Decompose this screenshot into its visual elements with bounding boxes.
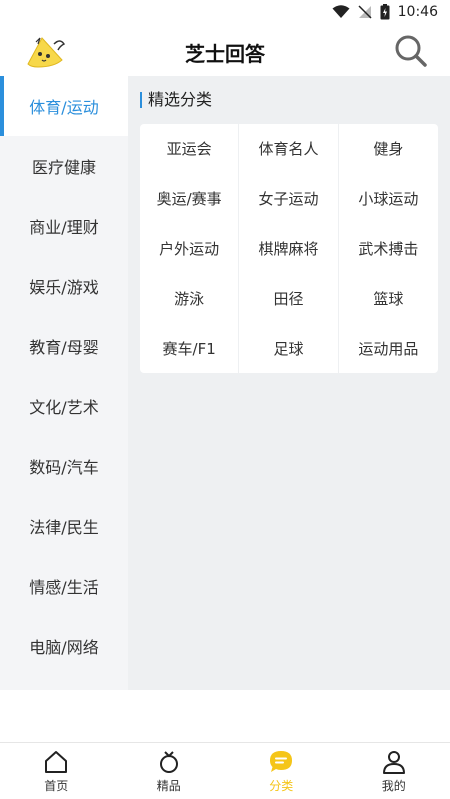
sidebar-item-label: 娱乐/游戏: [29, 278, 99, 297]
ring-icon: [159, 750, 178, 773]
subcategory-item[interactable]: 亚运会: [140, 124, 240, 174]
subcategory-item[interactable]: 武术搏击: [339, 224, 438, 274]
sidebar-item-label: 数码/汽车: [29, 458, 99, 477]
subcategory-item[interactable]: 赛车/F1: [140, 323, 240, 373]
tab-label: 我的: [381, 778, 406, 793]
subcategory-item[interactable]: 篮球: [339, 273, 438, 323]
subcategory-item[interactable]: 健身: [339, 124, 438, 174]
sidebar-item-entertainment[interactable]: 娱乐/游戏: [0, 256, 128, 316]
sidebar-item-sports[interactable]: 体育/运动: [0, 76, 128, 136]
sidebar-item-education[interactable]: 教育/母婴: [0, 316, 128, 376]
section-title: 精选分类: [140, 92, 212, 108]
wifi-icon: [332, 5, 350, 19]
sidebar-item-culture[interactable]: 文化/艺术: [0, 376, 128, 436]
sidebar-item-label: 电脑/网络: [29, 638, 99, 657]
tab-profile[interactable]: 我的: [338, 743, 450, 799]
home-icon: [45, 750, 68, 773]
tab-label: 分类: [269, 778, 294, 793]
sidebar-item-label: 体育/运动: [29, 98, 99, 117]
sidebar-item-label: 医疗健康: [31, 158, 96, 177]
bottom-tab-bar: 首页 精品 分类 我的: [0, 742, 450, 799]
user-icon: [382, 750, 405, 774]
sidebar-item-label: 情感/生活: [29, 578, 99, 597]
page-title: 芝士回答: [185, 42, 265, 66]
subcategory-item[interactable]: 田径: [239, 273, 339, 324]
sidebar-item-label: 文化/艺术: [29, 398, 99, 417]
no-signal-icon: [358, 5, 372, 19]
sidebar-item-business[interactable]: 商业/理财: [0, 196, 128, 256]
category-sidebar: 体育/运动 医疗健康 商业/理财 娱乐/游戏 教育/母婴 文化/艺术 数码/汽车…: [0, 76, 128, 690]
subcategory-item[interactable]: 足球: [239, 323, 339, 373]
tab-label: 精品: [156, 778, 181, 793]
tab-label: 首页: [44, 778, 69, 793]
subcategory-item[interactable]: 体育名人: [239, 124, 339, 174]
sidebar-item-emotion[interactable]: 情感/生活: [0, 556, 128, 616]
subcategory-item[interactable]: 户外运动: [140, 223, 240, 274]
tab-home[interactable]: 首页: [0, 743, 113, 799]
tab-category[interactable]: 分类: [225, 743, 338, 799]
chat-bubble-icon: [270, 750, 293, 772]
search-icon[interactable]: [394, 34, 428, 68]
sidebar-item-computer[interactable]: 电脑/网络: [0, 616, 128, 676]
sidebar-item-health[interactable]: 医疗健康: [0, 136, 128, 196]
sidebar-item-digital[interactable]: 数码/汽车: [0, 436, 128, 496]
subcategory-item[interactable]: 运动用品: [339, 323, 438, 373]
sidebar-item-law[interactable]: 法律/民生: [0, 496, 128, 556]
status-bar: 10:46: [0, 0, 450, 24]
battery-icon: [380, 4, 390, 20]
subcategory-item[interactable]: 女子运动: [239, 173, 339, 224]
subcategory-item[interactable]: 游泳: [140, 273, 240, 324]
sidebar-item-label: 教育/母婴: [29, 338, 99, 357]
subcategory-item[interactable]: 棋牌麻将: [239, 223, 339, 274]
tab-featured[interactable]: 精品: [113, 743, 226, 799]
status-time: 10:46: [397, 4, 438, 20]
category-content: 体育/运动 医疗健康 商业/理财 娱乐/游戏 教育/母婴 文化/艺术 数码/汽车…: [0, 76, 450, 742]
sidebar-item-label: 法律/民生: [29, 518, 99, 537]
subcategory-grid: 亚运会 体育名人 健身 奥运/赛事 女子运动 小球运动 户外运动 棋牌麻将 武术…: [140, 124, 438, 373]
app-header: 芝士回答: [0, 24, 450, 76]
subcategory-item[interactable]: 奥运/赛事: [140, 173, 240, 224]
sidebar-item-label: 商业/理财: [29, 218, 99, 237]
subcategory-panel: 精选分类 亚运会 体育名人 健身 奥运/赛事 女子运动 小球运动 户外运动 棋牌…: [128, 76, 450, 690]
subcategory-item[interactable]: 小球运动: [339, 174, 438, 224]
